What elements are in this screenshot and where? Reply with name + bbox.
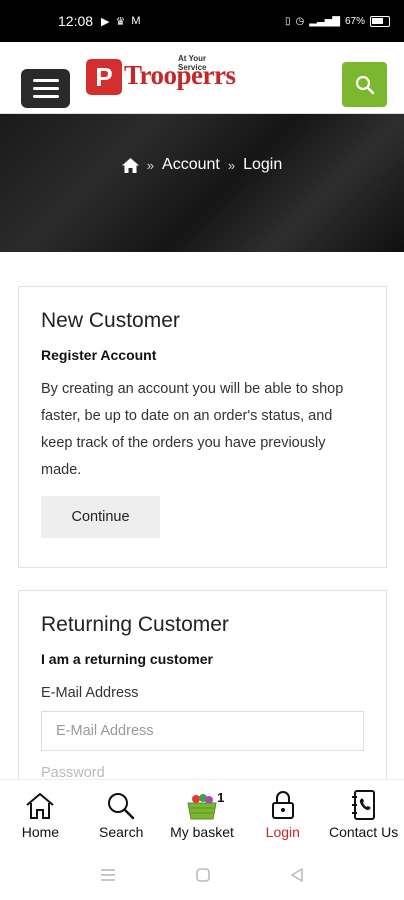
returning-customer-heading: I am a returning customer — [41, 651, 213, 667]
returning-customer-title: Returning Customer — [41, 613, 229, 636]
contact-book-icon — [351, 790, 375, 820]
search-icon — [355, 75, 374, 94]
site-logo[interactable]: P Trooperrs At Your Service — [86, 54, 236, 100]
breadcrumb-login[interactable]: Login — [243, 156, 282, 174]
nav-contact[interactable]: Contact Us — [323, 780, 404, 849]
nav-basket[interactable]: 1 My basket — [162, 780, 243, 849]
bottom-nav: Home Search 1 My basket Login Contact Us — [0, 779, 404, 849]
register-account-heading: Register Account — [41, 347, 157, 363]
breadcrumb-account[interactable]: Account — [162, 156, 220, 174]
gmail-icon: M — [131, 15, 141, 27]
battery-level: 67% — [344, 15, 365, 27]
youtube-icon: ▶ — [101, 15, 110, 28]
lock-icon — [271, 791, 294, 819]
home-icon — [26, 792, 55, 819]
search-icon — [108, 793, 135, 820]
battery-icon — [370, 15, 390, 27]
nav-contact-label: Contact Us — [328, 824, 399, 840]
status-time: 12:08 — [58, 13, 94, 29]
page-banner: » Account » Login — [0, 114, 404, 252]
home-icon[interactable] — [121, 157, 139, 173]
system-icons: ▯ ◷ ▂▃▅▇ 67% — [284, 15, 390, 27]
status-bar: 12:08 ▶ ♛ M ▯ ◷ ▂▃▅▇ 67% — [0, 0, 404, 42]
vibrate-icon: ▯ — [284, 15, 291, 27]
home-square-icon[interactable] — [196, 867, 210, 882]
nav-home-label: Home — [21, 824, 60, 840]
site-header: P Trooperrs At Your Service — [0, 42, 404, 114]
notification-icons: ▶ ♛ M — [101, 15, 141, 28]
alarm-icon: ◷ — [295, 15, 305, 27]
menu-button[interactable] — [21, 69, 70, 108]
back-icon[interactable] — [290, 867, 304, 882]
search-button[interactable] — [342, 62, 387, 107]
email-field[interactable] — [41, 711, 364, 751]
nav-login-label: Login — [265, 824, 300, 840]
hamburger-icon — [32, 79, 59, 82]
email-label: E-Mail Address — [41, 685, 139, 701]
nav-basket-label: My basket — [170, 824, 234, 840]
logo-mark: P — [86, 59, 122, 95]
breadcrumb-separator: » — [227, 157, 236, 173]
continue-button[interactable]: Continue — [41, 496, 160, 538]
system-nav-bar — [0, 849, 404, 900]
breadcrumb: » Account » Login — [0, 156, 404, 174]
register-description: By creating an account you will be able … — [41, 381, 344, 478]
crown-icon: ♛ — [115, 15, 126, 28]
recent-apps-icon[interactable] — [100, 868, 116, 882]
nav-search[interactable]: Search — [81, 780, 162, 849]
basket-count-badge: 1 — [217, 790, 225, 805]
signal-icon: ▂▃▅▇ — [309, 15, 340, 27]
nav-home[interactable]: Home — [0, 780, 81, 849]
basket-icon — [187, 794, 217, 820]
breadcrumb-separator: » — [146, 157, 155, 173]
new-customer-card: New Customer Register Account By creatin… — [18, 286, 387, 568]
nav-search-label: Search — [99, 824, 144, 840]
logo-tagline: At Your Service — [178, 54, 207, 72]
new-customer-title: New Customer — [41, 309, 180, 332]
nav-login[interactable]: Login — [242, 780, 323, 849]
